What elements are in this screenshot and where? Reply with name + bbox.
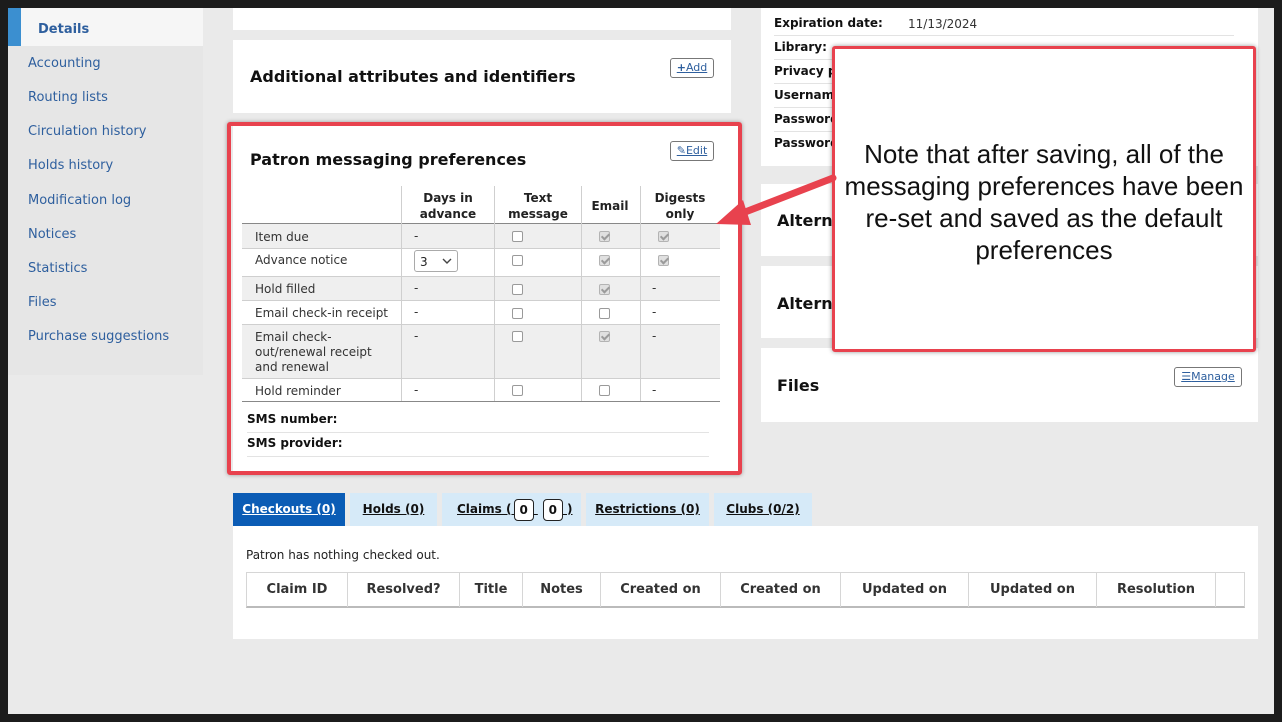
- sidebar-item-circulation-history[interactable]: Circulation history: [28, 124, 146, 139]
- empty-message: Patron has nothing checked out.: [246, 548, 440, 562]
- password-expiration-label: Password: [774, 136, 839, 150]
- expiration-label: Expiration date:: [774, 16, 883, 30]
- sidebar-item-modification-log[interactable]: Modification log: [28, 193, 131, 208]
- claims-badge-unresolved: 0: [542, 498, 563, 521]
- col-notes[interactable]: Notes: [523, 573, 600, 607]
- tab-claims[interactable]: Claims ( 0 0 ): [442, 493, 581, 526]
- sidebar-item-purchase-suggestions[interactable]: Purchase suggestions: [28, 329, 169, 344]
- col-created-on-2[interactable]: Created on: [721, 573, 840, 607]
- col-claim-id[interactable]: Claim ID: [247, 573, 347, 607]
- col-created-on[interactable]: Created on: [601, 573, 720, 607]
- library-label: Library:: [774, 40, 827, 54]
- col-resolved[interactable]: Resolved?: [348, 573, 459, 607]
- sidebar-item-routing-lists[interactable]: Routing lists: [28, 90, 108, 105]
- active-indicator: [8, 8, 21, 46]
- password-label: Password: [774, 112, 839, 126]
- app-window: Details Accounting Routing lists Circula…: [8, 8, 1274, 714]
- tab-claims-close: ): [567, 502, 573, 516]
- arrow-icon: [716, 174, 837, 225]
- highlight-box: [227, 122, 742, 475]
- divider: [774, 35, 1234, 36]
- sidebar-item-statistics[interactable]: Statistics: [28, 261, 87, 276]
- col-updated-on-2[interactable]: Updated on: [969, 573, 1096, 607]
- tab-checkouts[interactable]: Checkouts (0): [233, 493, 345, 526]
- sidebar-item-label: Details: [38, 22, 90, 37]
- sidebar-item-accounting[interactable]: Accounting: [28, 56, 101, 71]
- privacy-label: Privacy p: [774, 64, 837, 78]
- attributes-title: Additional attributes and identifiers: [250, 67, 576, 86]
- tab-claims-label: Claims (: [457, 502, 512, 516]
- claims-badge-resolved: 0: [513, 498, 534, 521]
- plus-icon: +: [676, 61, 686, 74]
- add-button-label: Add: [685, 61, 708, 74]
- sidebar-item-details[interactable]: Details: [8, 8, 203, 46]
- tab-holds[interactable]: Holds (0): [350, 493, 437, 526]
- files-title: Files: [777, 376, 820, 395]
- sidebar-item-notices[interactable]: Notices: [28, 227, 76, 242]
- add-attribute-button[interactable]: +Add: [670, 58, 714, 78]
- tab-restrictions[interactable]: Restrictions (0): [586, 493, 709, 526]
- callout-box: Note that after saving, all of the messa…: [832, 46, 1256, 352]
- manage-files-button[interactable]: ☰Manage: [1174, 367, 1242, 387]
- manage-button-label: Manage: [1191, 370, 1235, 383]
- callout-text: Note that after saving, all of the messa…: [844, 139, 1244, 265]
- list-icon: ☰: [1181, 370, 1192, 383]
- sidebar-item-files[interactable]: Files: [28, 295, 57, 310]
- username-label: Usernam: [774, 88, 835, 102]
- col-title[interactable]: Title: [460, 573, 522, 607]
- sidebar-nav: Details Accounting Routing lists Circula…: [8, 8, 203, 375]
- tab-clubs[interactable]: Clubs (0/2): [714, 493, 812, 526]
- sidebar-item-holds-history[interactable]: Holds history: [28, 158, 113, 173]
- top-panel: [233, 8, 731, 30]
- col-updated-on[interactable]: Updated on: [841, 573, 968, 607]
- col-resolution[interactable]: Resolution: [1097, 573, 1215, 607]
- expiration-value: 11/13/2024: [908, 17, 978, 31]
- divider: [1215, 573, 1216, 607]
